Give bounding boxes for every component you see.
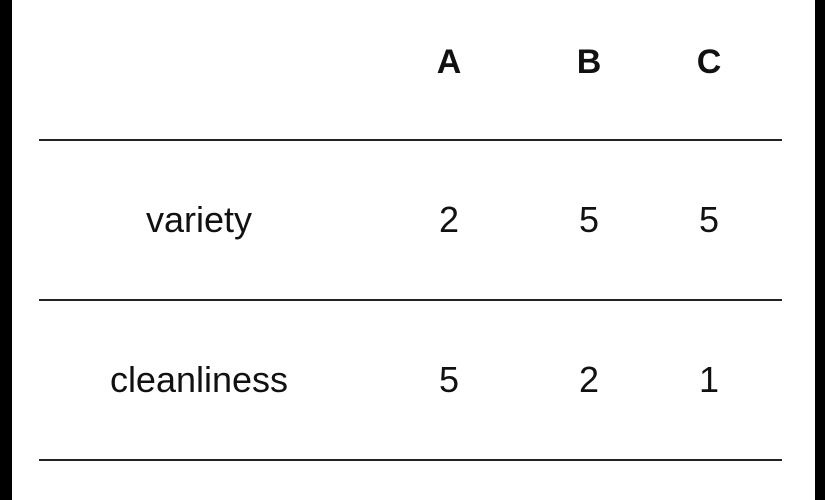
table-cell: 5 xyxy=(698,199,720,240)
table-cell: 2 xyxy=(578,359,600,400)
data-table: A B C variety 2 5 5 cleanliness 5 2 1 xyxy=(39,0,782,461)
document-page: A B C variety 2 5 5 cleanliness 5 2 1 xyxy=(12,0,815,500)
row-label: variety xyxy=(145,199,253,240)
header-cell-a: A xyxy=(436,43,462,81)
table-cell: 5 xyxy=(578,199,600,240)
table-header-row: A B C xyxy=(39,0,782,141)
table-cell: 5 xyxy=(438,359,460,400)
row-label: cleanliness xyxy=(109,359,289,400)
table-cell: 2 xyxy=(438,199,460,240)
table-row: variety 2 5 5 xyxy=(39,141,782,301)
header-cell-c: C xyxy=(696,43,722,81)
header-cell-b: B xyxy=(576,43,602,81)
table-cell: 1 xyxy=(698,359,720,400)
table-row: cleanliness 5 2 1 xyxy=(39,301,782,461)
